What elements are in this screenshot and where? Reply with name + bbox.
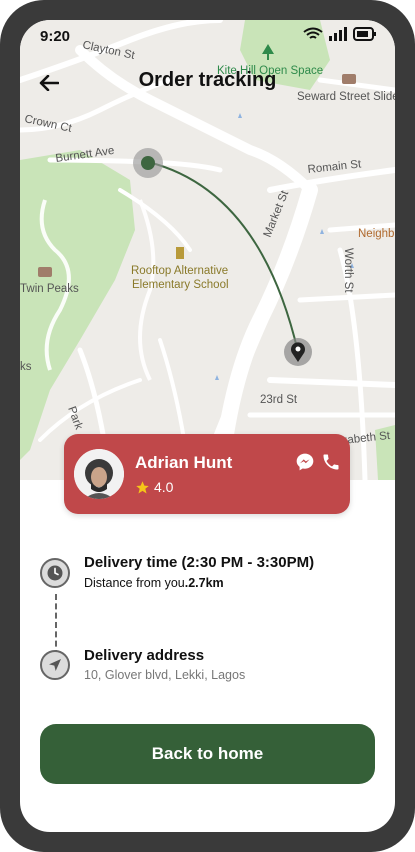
delivery-info: Delivery time (2:30 PM - 3:30PM) Distanc…	[20, 540, 395, 690]
map-label: 23rd St	[260, 394, 298, 406]
navigation-icon	[40, 650, 70, 680]
camera-icon	[38, 267, 52, 277]
courier-name: Adrian Hunt	[135, 453, 233, 472]
message-button[interactable]	[295, 452, 317, 474]
map-label: Neighb	[358, 228, 394, 240]
distance-text: Distance from you.2.7km	[84, 576, 224, 590]
battery-icon	[353, 27, 376, 41]
map-label: Worth St	[342, 248, 354, 293]
wifi-icon	[303, 27, 323, 39]
header: Order tracking	[20, 66, 395, 100]
map-label: ks	[20, 361, 32, 373]
delivery-address-title: Delivery address	[84, 647, 205, 664]
clock-icon	[40, 558, 70, 588]
rating-value: 4.0	[154, 479, 174, 495]
avatar	[74, 449, 124, 499]
status-bar: 9:20	[20, 20, 395, 54]
map-label: Rooftop Alternative	[131, 265, 228, 277]
screen: Clayton St Kite Hill Open Space Seward S…	[20, 20, 395, 832]
distance-value: .2.7km	[184, 576, 224, 590]
courier-rating: 4.0	[135, 479, 173, 495]
status-time: 9:20	[40, 28, 71, 45]
map-label: Twin Peaks	[20, 283, 79, 295]
call-button[interactable]	[321, 452, 343, 474]
phone-icon	[323, 454, 339, 470]
back-to-home-button[interactable]: Back to home	[40, 724, 375, 784]
map-label: Elementary School	[132, 279, 229, 291]
delivery-address-value: 10, Glover blvd, Lekki, Lagos	[84, 668, 246, 682]
device-frame: Clayton St Kite Hill Open Space Seward S…	[0, 0, 415, 852]
timeline-connector	[55, 594, 57, 656]
distance-label: Distance from you	[84, 576, 185, 590]
page-title: Order tracking	[138, 69, 277, 91]
signal-icon	[329, 27, 347, 41]
courier-card: Adrian Hunt 4.0	[64, 434, 350, 514]
messenger-icon	[296, 453, 314, 471]
school-icon	[176, 247, 184, 259]
star-icon	[136, 480, 149, 493]
delivery-time-title: Delivery time (2:30 PM - 3:30PM)	[84, 554, 315, 571]
